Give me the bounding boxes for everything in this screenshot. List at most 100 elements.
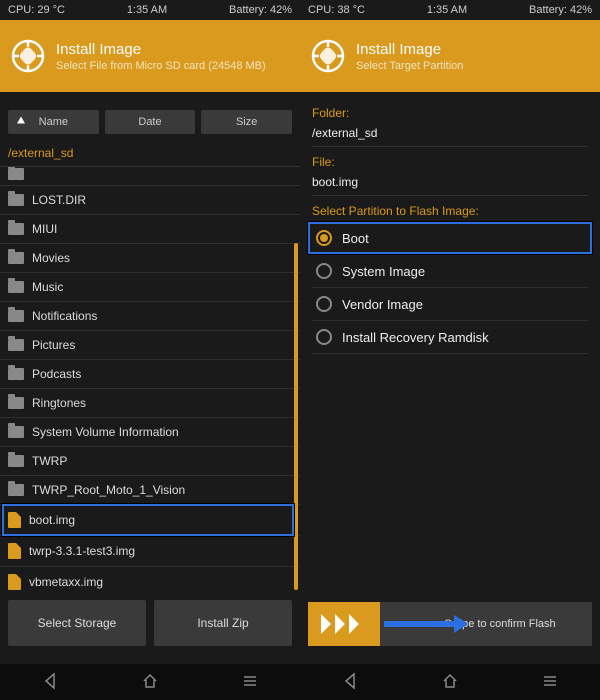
scroll-thumb[interactable] [294,243,298,590]
partition-option-boot[interactable]: Boot [312,222,588,255]
chevrons-right-icon [317,612,371,636]
list-item-label: Podcasts [32,367,81,381]
status-cpu: CPU: 29 °C [8,4,65,16]
page-title: Install Image [56,41,292,58]
twrp-logo-icon [308,36,348,76]
divider [312,146,588,147]
folder-icon [8,397,24,409]
folder-icon [8,455,24,467]
sort-by-size-button[interactable]: Size [201,110,292,134]
status-bar: CPU: 29 °C 1:35 AM Battery: 42% [0,0,300,20]
nav-menu-icon[interactable] [241,672,259,693]
sort-row: Name Date Size [0,92,300,142]
nav-bar [300,664,600,700]
page-subtitle: Select Target Partition [356,60,592,72]
partition-heading: Select Partition to Flash Image: [312,204,588,218]
list-item[interactable]: MIUI [0,215,300,244]
radio-icon [316,329,332,345]
list-item[interactable]: TWRP_Root_Moto_1_Vision [0,476,300,505]
list-item[interactable]: vbmetaxx.img [0,567,300,590]
list-item[interactable]: LOST.DIR [0,186,300,215]
sort-date-label: Date [138,116,161,128]
list-item[interactable]: TWRP [0,447,300,476]
header: Install Image Select File from Micro SD … [0,20,300,92]
list-item-label: Music [32,280,63,294]
swipe-track: Swipe to confirm Flash [380,602,592,646]
list-item-label: Notifications [32,309,97,323]
list-item[interactable]: System Volume Information [0,418,300,447]
folder-icon [8,339,24,351]
status-battery: Battery: 42% [529,4,592,16]
sort-by-name-button[interactable]: Name [8,110,99,134]
folder-icon [8,223,24,235]
list-item-label: Ringtones [32,396,86,410]
list-item-label: MIUI [32,222,57,236]
header: Install Image Select Target Partition [300,20,600,92]
file-list[interactable]: LOST.DIR MIUI Movies Music Notifications… [0,167,300,590]
list-item-label: System Volume Information [32,425,179,439]
divider [312,195,588,196]
partition-label: Install Recovery Ramdisk [342,330,489,345]
file-icon [8,543,21,559]
screen-file-select: CPU: 29 °C 1:35 AM Battery: 42% Install … [0,0,300,700]
list-item[interactable]: Podcasts [0,360,300,389]
list-item-label: boot.img [29,513,75,527]
sort-size-label: Size [236,116,257,128]
list-item[interactable]: Movies [0,244,300,273]
scrollbar[interactable] [294,167,298,590]
partition-label: Vendor Image [342,297,423,312]
sort-name-label: Name [39,116,68,128]
nav-back-icon[interactable] [41,672,59,693]
list-item-label: LOST.DIR [32,193,86,207]
folder-icon [8,194,24,206]
file-icon [8,512,21,528]
list-item-label: TWRP [32,454,67,468]
file-label: File: [312,155,588,169]
folder-icon [8,426,24,438]
list-item[interactable]: boot.img [0,505,300,536]
sort-by-date-button[interactable]: Date [105,110,196,134]
status-bar: CPU: 38 °C 1:35 AM Battery: 42% [300,0,600,20]
radio-icon [316,230,332,246]
status-battery: Battery: 42% [229,4,292,16]
nav-bar [0,664,300,700]
swipe-handle[interactable] [308,602,380,646]
sort-asc-icon [16,116,26,129]
screen-partition-select: CPU: 38 °C 1:35 AM Battery: 42% Install … [300,0,600,700]
radio-icon [316,263,332,279]
folder-icon [8,252,24,264]
partition-label: System Image [342,264,425,279]
list-item-label: Pictures [32,338,75,352]
list-item[interactable]: twrp-3.3.1-test3.img [0,536,300,567]
twrp-logo-icon [8,36,48,76]
list-item[interactable]: Ringtones [0,389,300,418]
nav-home-icon[interactable] [441,672,459,693]
folder-icon [8,368,24,380]
info-block: Folder: /external_sd File: boot.img Sele… [300,92,600,222]
folder-icon [8,168,24,180]
list-item[interactable]: Notifications [0,302,300,331]
nav-back-icon[interactable] [341,672,359,693]
radio-icon [316,296,332,312]
folder-label: Folder: [312,106,588,120]
list-item-label: TWRP_Root_Moto_1_Vision [32,483,185,497]
folder-icon [8,310,24,322]
partition-option-vendor[interactable]: Vendor Image [312,288,588,321]
select-storage-button[interactable]: Select Storage [8,600,146,646]
list-item[interactable]: Pictures [0,331,300,360]
select-storage-label: Select Storage [38,616,117,630]
nav-home-icon[interactable] [141,672,159,693]
partition-option-recovery[interactable]: Install Recovery Ramdisk [312,321,588,354]
list-item-label: Movies [32,251,70,265]
partition-option-system[interactable]: System Image [312,255,588,288]
current-path[interactable]: /external_sd [0,142,300,167]
list-item-label: twrp-3.3.1-test3.img [29,544,135,558]
list-item[interactable] [0,167,300,186]
swipe-to-confirm[interactable]: Swipe to confirm Flash [308,602,592,646]
status-time: 1:35 AM [427,4,467,16]
annotation-arrow-icon [384,615,468,633]
file-icon [8,574,21,590]
list-item[interactable]: Music [0,273,300,302]
nav-menu-icon[interactable] [541,672,559,693]
install-zip-button[interactable]: Install Zip [154,600,292,646]
